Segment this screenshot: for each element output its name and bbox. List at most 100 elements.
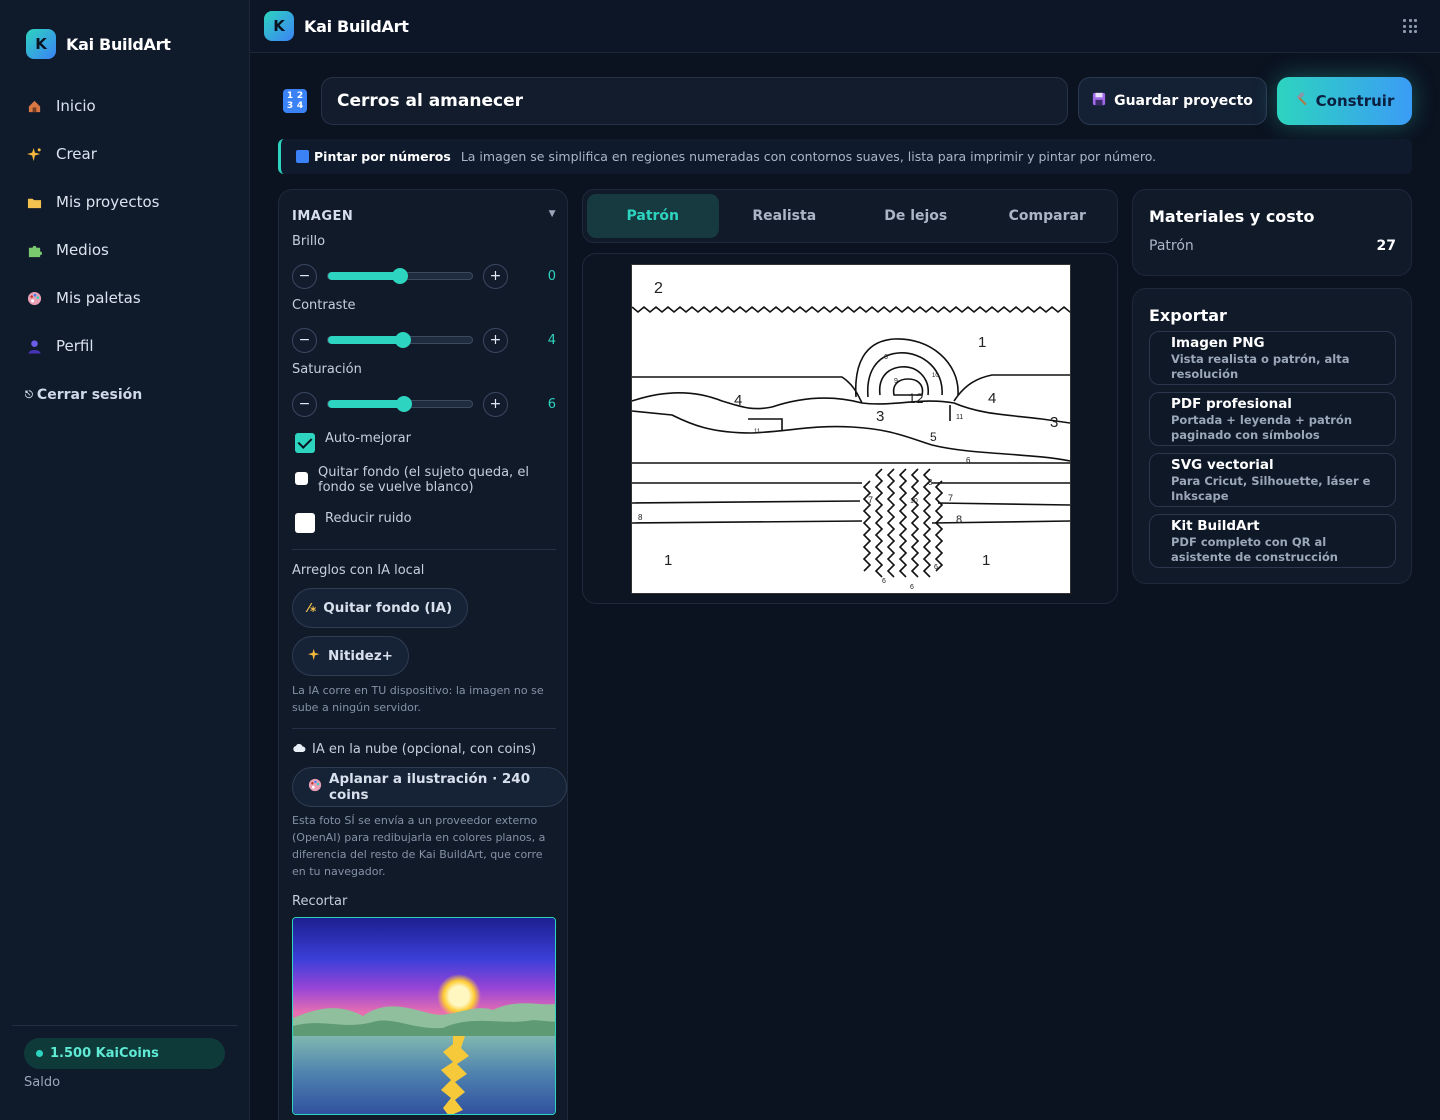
- sidebar-item-inicio[interactable]: Inicio: [26, 82, 159, 130]
- magic-wand-icon: ⁄⁎: [308, 601, 317, 615]
- sidebar-item-crear[interactable]: Crear: [26, 130, 159, 178]
- pattern-region-number: 5: [930, 430, 937, 444]
- export-svg-button[interactable]: SVG vectorial Para Cricut, Silhouette, l…: [1149, 453, 1396, 507]
- logout-label: Cerrar sesión: [36, 387, 143, 403]
- sidebar-item-label: Mis proyectos: [56, 193, 160, 211]
- numbers-icon: 1234: [283, 89, 307, 113]
- banner-title-text: Pintar por números: [314, 149, 451, 164]
- export-option-title: Kit BuildArt: [1171, 518, 1260, 534]
- contrast-value: 4: [547, 332, 556, 348]
- pattern-drawing: 214312 43561 17 78 831111691010666: [631, 280, 1107, 591]
- crop-label: Recortar: [292, 894, 348, 909]
- folder-icon: [26, 194, 42, 210]
- brightness-decrease-button[interactable]: −: [292, 263, 317, 289]
- saturation-slider[interactable]: − + 6: [292, 391, 556, 417]
- export-kit-button[interactable]: Kit BuildArt PDF completo con QR al asis…: [1149, 514, 1396, 568]
- paint-by-numbers-pattern[interactable]: 2 1 4 3 12 4 3 5 6 1 1 7 7 8 8 3 11 11 6 9 10 10 6 6 6: [631, 264, 1107, 594]
- saturation-fill: [328, 400, 405, 408]
- topbar-brand[interactable]: K Kai BuildArt: [264, 11, 409, 41]
- apps-grid-icon[interactable]: [1403, 19, 1417, 33]
- tab-comparar[interactable]: Comparar: [982, 194, 1114, 238]
- export-title: Exportar: [1149, 306, 1227, 325]
- logout-button[interactable]: ⎋ Cerrar sesión: [25, 387, 142, 403]
- tab-realista[interactable]: Realista: [719, 194, 851, 238]
- brightness-slider[interactable]: − + 0: [292, 263, 556, 289]
- divider: [292, 549, 556, 550]
- checkbox-unchecked[interactable]: [295, 472, 308, 485]
- saturation-increase-button[interactable]: +: [483, 391, 508, 417]
- pattern-region-number: 10: [932, 373, 939, 379]
- sidebar-item-label: Inicio: [56, 97, 96, 115]
- cloud-icon: [292, 742, 306, 757]
- contrast-track[interactable]: [327, 332, 473, 348]
- reduce-noise-checkbox[interactable]: Reducir ruido: [295, 511, 557, 533]
- contrast-thumb[interactable]: [394, 332, 411, 348]
- sparkles-icon: [308, 648, 321, 665]
- project-title-input[interactable]: [321, 77, 1068, 125]
- sidebar-item-mis-proyectos[interactable]: Mis proyectos: [26, 178, 159, 226]
- contrast-slider[interactable]: − + 4: [292, 327, 556, 353]
- tab-patron[interactable]: Patrón: [587, 194, 719, 238]
- pattern-canvas-card: 2 1 4 3 12 4 3 5 6 1 1 7 7 8 8 3 11 11 6 9 10 10 6 6 6: [582, 253, 1118, 604]
- sidebar-divider: [12, 1025, 238, 1026]
- brightness-track[interactable]: [327, 268, 473, 284]
- saturation-value: 6: [547, 396, 556, 412]
- auto-enhance-checkbox[interactable]: Auto-mejorar: [295, 431, 557, 453]
- contrast-decrease-button[interactable]: −: [292, 327, 317, 353]
- pattern-region-number: 3: [1050, 414, 1058, 431]
- flatten-illustration-button[interactable]: Aplanar a ilustración · 240 coins: [292, 767, 567, 807]
- sidebar-item-medios[interactable]: Medios: [26, 226, 159, 274]
- checkbox-checked[interactable]: [295, 433, 315, 453]
- remove-background-ai-label: Quitar fondo (IA): [323, 600, 453, 616]
- view-tabs: Patrón Realista De lejos Comparar: [582, 189, 1118, 243]
- sharpen-button[interactable]: Nitidez+: [292, 636, 409, 676]
- cloud-ai-heading-text: IA en la nube (opcional, con coins): [312, 742, 537, 757]
- export-option-title: SVG vectorial: [1171, 457, 1274, 473]
- banner-text: La imagen se simplifica en regiones nume…: [460, 149, 1157, 164]
- materials-row-label: Patrón: [1149, 238, 1194, 254]
- sidebar-nav: Inicio Crear Mis proyectos Medios Mis pa…: [26, 82, 159, 370]
- pattern-region-number: 7: [948, 493, 953, 503]
- tab-de-lejos[interactable]: De lejos: [850, 194, 982, 238]
- export-png-button[interactable]: Imagen PNG Vista realista o patrón, alta…: [1149, 331, 1396, 385]
- build-label: Construir: [1315, 92, 1395, 110]
- sidebar-item-perfil[interactable]: Perfil: [26, 322, 159, 370]
- sidebar-item-mis-paletas[interactable]: Mis paletas: [26, 274, 159, 322]
- image-section-header[interactable]: IMAGEN ▼: [292, 209, 556, 224]
- export-pdf-button[interactable]: PDF profesional Portada + leyenda + patr…: [1149, 392, 1396, 446]
- local-ai-note: La IA corre en TU dispositivo: la imagen…: [292, 684, 544, 714]
- palette-icon: [26, 290, 42, 306]
- sharpen-label: Nitidez+: [328, 648, 393, 664]
- remove-background-label: Quitar fondo (el sujeto queda, el fondo …: [318, 465, 529, 495]
- flatten-illustration-label: Aplanar a ilustración · 240 coins: [329, 771, 531, 803]
- coins-badge[interactable]: 1.500 KaiCoins: [24, 1038, 225, 1069]
- saturation-track[interactable]: [327, 396, 473, 412]
- pattern-region-number: 6: [966, 456, 971, 465]
- app-logo: K: [264, 11, 294, 41]
- sidebar: K Kai BuildArt Inicio Crear Mis proyecto…: [0, 0, 250, 1120]
- cloud-ai-heading: IA en la nube (opcional, con coins): [292, 742, 536, 757]
- save-project-button[interactable]: Guardar proyecto: [1078, 77, 1267, 125]
- save-project-label: Guardar proyecto: [1114, 93, 1253, 109]
- remove-background-checkbox[interactable]: Quitar fondo (el sujeto queda, el fondo …: [295, 465, 557, 495]
- contrast-increase-button[interactable]: +: [483, 327, 508, 353]
- build-button[interactable]: Construir: [1277, 77, 1412, 125]
- pattern-region-number: 8: [638, 513, 643, 522]
- person-icon: [26, 338, 42, 354]
- sidebar-item-label: Medios: [56, 241, 109, 259]
- brightness-thumb[interactable]: [392, 268, 408, 284]
- pattern-region-number: 12: [908, 390, 924, 406]
- mode-info-banner: Pintar por números La imagen se simplifi…: [278, 139, 1412, 174]
- pattern-region-number: 10: [910, 498, 918, 505]
- brightness-increase-button[interactable]: +: [483, 263, 508, 289]
- remove-background-ai-button[interactable]: ⁄⁎ Quitar fondo (IA): [292, 588, 469, 628]
- crop-image-preview[interactable]: [292, 917, 556, 1115]
- saturation-thumb[interactable]: [396, 396, 413, 412]
- saturation-decrease-button[interactable]: −: [292, 391, 317, 417]
- brightness-label: Brillo: [292, 234, 326, 249]
- contrast-label: Contraste: [292, 298, 356, 313]
- sidebar-brand[interactable]: K Kai BuildArt: [26, 29, 171, 59]
- export-option-desc: Portada + leyenda + patrón paginado con …: [1171, 413, 1353, 442]
- brightness-fill: [328, 272, 400, 280]
- checkbox-unchecked[interactable]: [295, 513, 315, 533]
